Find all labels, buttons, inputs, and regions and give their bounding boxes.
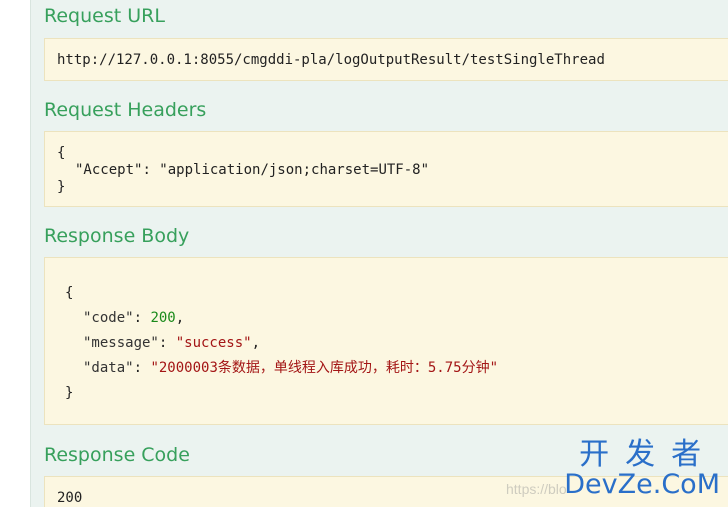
- response-code-value[interactable]: 200: [57, 489, 82, 507]
- request-url-value[interactable]: http://127.0.0.1:8055/cmgddi-pla/logOutp…: [57, 51, 605, 69]
- code-comma: ,: [175, 310, 185, 326]
- headers-close-brace: }: [57, 179, 66, 195]
- request-url-block[interactable]: http://127.0.0.1:8055/cmgddi-pla/logOutp…: [44, 38, 728, 81]
- watermark-english: DevZe.CoM: [564, 469, 720, 500]
- code-colon: :: [133, 310, 151, 326]
- accept-sep: :: [142, 162, 160, 178]
- data-colon: :: [133, 360, 151, 376]
- watermark-chinese: 开发者: [579, 437, 718, 472]
- body-message-line: "message": "success",: [83, 334, 260, 352]
- response-body-block[interactable]: { "code": 200, "message": "success", "da…: [44, 257, 728, 425]
- response-body-heading: Response Body: [44, 225, 190, 247]
- data-value: "2000003条数据，单线程入库成功，耗时：5.75分钟": [150, 360, 499, 376]
- left-margin: [0, 0, 30, 507]
- watermark-url: https://blo: [506, 481, 567, 497]
- code-key: "code": [83, 310, 134, 326]
- body-close-brace: }: [65, 385, 74, 401]
- request-headers-block[interactable]: { "Accept": "application/json;charset=UT…: [44, 131, 728, 207]
- accept-value: "application/json;charset=UTF-8": [159, 162, 430, 178]
- accept-key: "Accept": [75, 162, 143, 178]
- headers-accept-line: "Accept": "application/json;charset=UTF-…: [75, 161, 429, 179]
- message-value: "success": [175, 335, 252, 351]
- request-headers-heading: Request Headers: [44, 99, 207, 121]
- message-comma: ,: [251, 335, 261, 351]
- response-code-heading: Response Code: [44, 444, 190, 466]
- code-value: 200: [150, 310, 176, 326]
- headers-open-brace: {: [57, 145, 66, 161]
- message-colon: :: [158, 335, 176, 351]
- body-code-line: "code": 200,: [83, 309, 184, 327]
- request-url-heading: Request URL: [44, 5, 165, 27]
- swagger-response-page: Request URL http://127.0.0.1:8055/cmgddi…: [0, 0, 728, 507]
- devze-watermark-logo: 开发者 DevZe.CoM: [564, 439, 720, 499]
- message-key: "message": [83, 335, 159, 351]
- body-data-line: "data": "2000003条数据，单线程入库成功，耗时：5.75分钟": [83, 359, 498, 377]
- data-key: "data": [83, 360, 134, 376]
- body-open-brace: {: [65, 285, 74, 301]
